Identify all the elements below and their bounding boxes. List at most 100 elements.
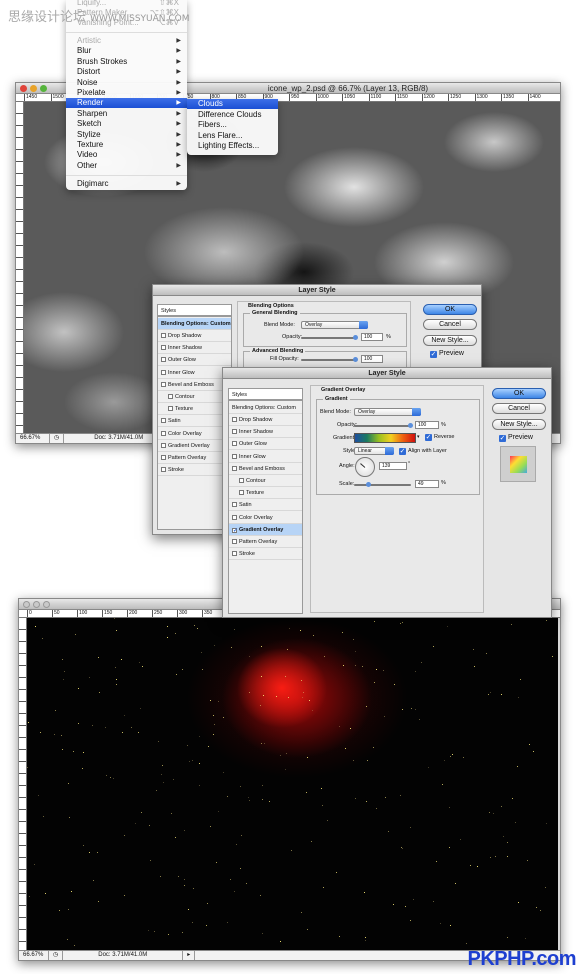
checkbox[interactable] (161, 455, 166, 460)
menu-item-render[interactable]: Render ▶ (66, 98, 187, 109)
close-button[interactable] (20, 85, 27, 92)
checkbox[interactable] (161, 369, 166, 375)
checkbox[interactable] (232, 551, 237, 557)
zoom-button[interactable] (43, 601, 50, 608)
ok-button[interactable]: OK (423, 304, 477, 315)
menu-item-sharpen[interactable]: Sharpen ▶ (66, 109, 187, 119)
menu-item-other[interactable]: Other ▶ (66, 161, 187, 171)
blending-options-item[interactable]: Blending Options: Custom (158, 318, 231, 330)
checkbox[interactable] (168, 394, 173, 399)
styles-header[interactable]: Styles (158, 305, 231, 317)
style-item-bevel-and-emboss[interactable]: Bevel and Emboss (229, 463, 302, 475)
checkbox[interactable] (161, 381, 166, 387)
checkbox[interactable] (239, 478, 244, 483)
style-item-stroke[interactable]: Stroke (229, 548, 302, 561)
checkbox[interactable] (161, 442, 166, 448)
close-button[interactable] (23, 601, 30, 608)
submenu-item-difference-clouds[interactable]: Difference Clouds (187, 110, 278, 120)
align-with-layer-checkbox[interactable]: ✓ Align with Layer (399, 448, 447, 455)
style-item-inner-shadow[interactable]: Inner Shadow (158, 342, 231, 355)
blending-options-item[interactable]: Blending Options: Custom (229, 402, 302, 414)
style-item-contour[interactable]: Contour (229, 475, 302, 487)
style-item-texture[interactable]: Texture (158, 403, 231, 416)
style-item-outer-glow[interactable]: Outer Glow (158, 354, 231, 367)
menu-item-artistic[interactable]: Artistic ▶ (66, 36, 187, 46)
opacity-input[interactable]: 100 (415, 421, 439, 429)
style-item-gradient-overlay[interactable]: ✓Gradient Overlay (229, 523, 302, 536)
checkbox[interactable] (239, 490, 244, 496)
menu-item-distort[interactable]: Distort ▶ (66, 67, 187, 77)
style-item-pattern-overlay[interactable]: Pattern Overlay (229, 536, 302, 548)
status-menu-arrow-icon[interactable]: ▸ (183, 951, 196, 960)
menu-item-pixelate[interactable]: Pixelate ▶ (66, 88, 187, 98)
gradient-picker[interactable] (354, 433, 416, 443)
zoom-level[interactable]: 66.67% (16, 434, 50, 443)
new-style-button[interactable]: New Style... (492, 419, 546, 430)
style-item-pattern-overlay[interactable]: Pattern Overlay (158, 452, 231, 464)
checkbox[interactable] (232, 453, 237, 459)
cancel-button[interactable]: Cancel (492, 403, 546, 414)
info-icon[interactable]: ◷ (49, 951, 64, 960)
checkbox[interactable] (161, 333, 166, 338)
preview-checkbox[interactable]: ✓ Preview (430, 350, 464, 358)
style-item-gradient-overlay[interactable]: Gradient Overlay (158, 440, 231, 452)
submenu-item-fibers[interactable]: Fibers... (187, 120, 278, 130)
opacity-slider[interactable] (301, 335, 358, 340)
cancel-button[interactable]: Cancel (423, 319, 477, 330)
checkbox[interactable]: ✓ (232, 527, 238, 534)
checkbox[interactable] (232, 514, 237, 520)
style-item-outer-glow[interactable]: Outer Glow (229, 438, 302, 451)
checkbox[interactable] (232, 465, 237, 471)
checkbox[interactable] (161, 430, 166, 436)
menu-item-texture[interactable]: Texture ▶ (66, 140, 187, 150)
checkbox[interactable] (168, 406, 173, 412)
opacity-input[interactable]: 100 (361, 333, 383, 341)
checkbox[interactable] (161, 357, 166, 363)
style-item-inner-glow[interactable]: Inner Glow (158, 367, 231, 379)
info-icon[interactable]: ◷ (50, 434, 65, 443)
zoom-level[interactable]: 66.67% (19, 951, 49, 960)
style-item-contour[interactable]: Contour (158, 391, 231, 403)
checkbox[interactable] (161, 467, 166, 473)
style-item-satin[interactable]: Satin (229, 499, 302, 512)
scale-slider[interactable] (354, 482, 411, 487)
menu-item-stylize[interactable]: Stylize ▶ (66, 130, 187, 140)
new-style-button[interactable]: New Style... (423, 335, 477, 346)
menu-item-video[interactable]: Video ▶ (66, 150, 187, 160)
blend-mode-select[interactable]: Overlay (301, 321, 368, 329)
checkbox[interactable] (232, 502, 237, 508)
style-item-bevel-and-emboss[interactable]: Bevel and Emboss (158, 379, 231, 391)
gradient-dropdown-icon[interactable]: ▾ (417, 434, 420, 440)
checkbox[interactable] (232, 441, 237, 447)
zoom-button[interactable] (40, 85, 47, 92)
checkbox[interactable] (232, 417, 237, 422)
checkbox[interactable] (161, 418, 166, 424)
submenu-item-clouds[interactable]: Clouds (187, 99, 278, 109)
reverse-checkbox[interactable]: ✓ Reverse (425, 434, 454, 441)
preview-checkbox[interactable]: ✓ Preview (499, 434, 533, 442)
style-item-drop-shadow[interactable]: Drop Shadow (229, 414, 302, 426)
minimize-button[interactable] (33, 601, 40, 608)
fill-opacity-slider[interactable] (301, 357, 358, 362)
style-item-satin[interactable]: Satin (158, 415, 231, 428)
blend-mode-select[interactable]: Overlay (354, 408, 421, 416)
angle-input[interactable]: 139 (379, 462, 407, 470)
style-item-inner-glow[interactable]: Inner Glow (229, 451, 302, 463)
menu-item-noise[interactable]: Noise ▶ (66, 78, 187, 88)
submenu-item-lens-flare[interactable]: Lens Flare... (187, 131, 278, 141)
styles-header[interactable]: Styles (229, 389, 302, 401)
style-select[interactable]: Linear (354, 447, 394, 455)
checkbox[interactable] (161, 345, 166, 351)
style-item-drop-shadow[interactable]: Drop Shadow (158, 330, 231, 342)
menu-item-sketch[interactable]: Sketch ▶ (66, 119, 187, 129)
angle-dial[interactable] (355, 457, 375, 477)
submenu-item-lighting-effects[interactable]: Lighting Effects... (187, 141, 278, 151)
menu-item-digimarc[interactable]: Digimarc ▶ (66, 179, 187, 189)
checkbox[interactable] (232, 429, 237, 435)
doc-size[interactable]: Doc: 3.71M/41.0M (63, 951, 184, 960)
ok-button[interactable]: OK (492, 388, 546, 399)
checkbox[interactable] (232, 539, 237, 544)
nebula-canvas[interactable] (27, 618, 558, 950)
style-item-stroke[interactable]: Stroke (158, 464, 231, 477)
menu-item-brush-strokes[interactable]: Brush Strokes ▶ (66, 57, 187, 67)
